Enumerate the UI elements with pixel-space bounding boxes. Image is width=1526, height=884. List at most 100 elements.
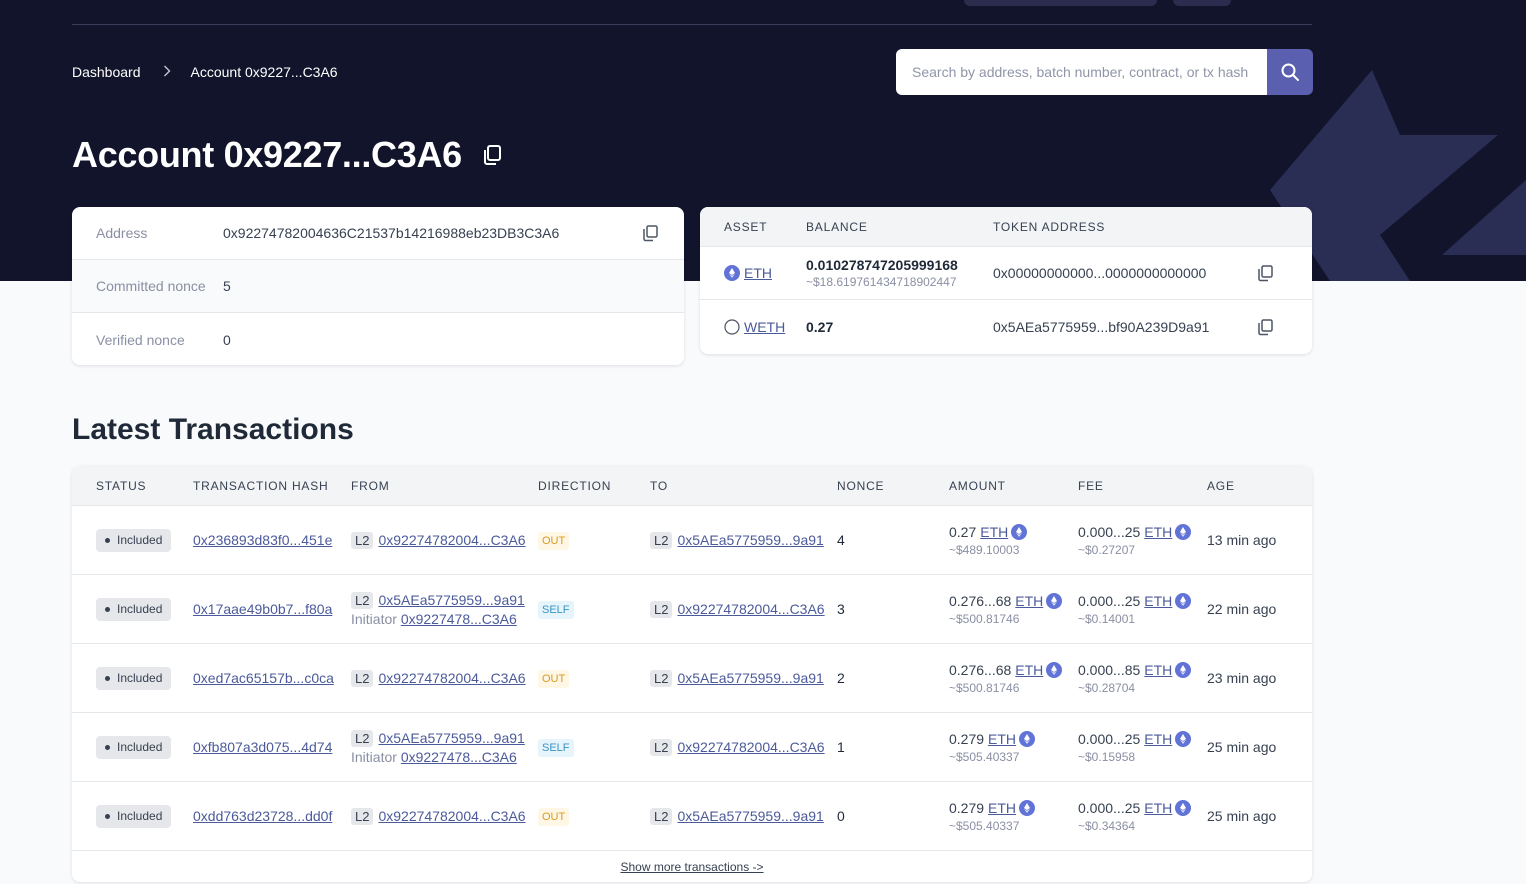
verified-nonce-label: Verified nonce: [96, 331, 185, 348]
fee-value: 0.000...25: [1078, 592, 1141, 609]
tx-hash-link[interactable]: 0xed7ac65157b...c0ca: [193, 670, 334, 686]
eth-icon: [1175, 799, 1192, 816]
tx-hash-link[interactable]: 0xdd763d23728...dd0f: [193, 808, 332, 824]
amount-value: 0.279: [949, 799, 985, 816]
initiator-label: Initiator: [351, 748, 397, 765]
to-address-link[interactable]: 0x5AEa5775959...9a91: [677, 808, 823, 824]
to-address-link[interactable]: 0x5AEa5775959...9a91: [677, 532, 823, 548]
age-value: 25 min ago: [1207, 808, 1277, 824]
copy-icon[interactable]: [640, 223, 660, 243]
fee-usd: ~$0.15958: [1078, 749, 1136, 764]
amount-usd: ~$505.40337: [949, 818, 1020, 833]
to-address-link[interactable]: 0x92274782004...C3A6: [677, 601, 824, 617]
amount-header: AMOUNT: [949, 478, 1006, 493]
fee-token-link[interactable]: ETH: [1144, 662, 1172, 678]
age-value: 23 min ago: [1207, 670, 1277, 686]
table-row[interactable]: Included 0x17aae49b0b7...f80a L2 0x5AEa57…: [72, 575, 1312, 644]
amount-usd: ~$505.40337: [949, 749, 1020, 764]
account-info-card: Address 0x92274782004636C21537b14216988e…: [72, 207, 684, 365]
amount-token-link[interactable]: ETH: [988, 731, 1016, 747]
nonce-value: 3: [837, 601, 845, 617]
to-address-link[interactable]: 0x92274782004...C3A6: [677, 739, 824, 755]
nonce-value: 1: [837, 739, 845, 755]
committed-nonce-row: Committed nonce 5: [72, 260, 684, 313]
tx-hash-link[interactable]: 0x17aae49b0b7...f80a: [193, 601, 332, 617]
asset-link-eth[interactable]: ETH: [744, 265, 772, 281]
breadcrumb: Dashboard Account 0x9227...C3A6: [72, 64, 338, 80]
eth-icon: [1011, 523, 1028, 540]
initiator-address-link[interactable]: 0x9227478...C3A6: [401, 611, 517, 627]
copy-icon[interactable]: [1255, 317, 1275, 337]
tx-hash-link[interactable]: 0xfb807a3d075...4d74: [193, 739, 332, 755]
network-tag: L2: [351, 531, 374, 549]
fee-usd: ~$0.28704: [1078, 680, 1136, 695]
table-row[interactable]: Included 0xfb807a3d075...4d74 L2 0x5AEa57…: [72, 713, 1312, 782]
initiator-address-link[interactable]: 0x9227478...C3A6: [401, 749, 517, 765]
fee-token-link[interactable]: ETH: [1144, 731, 1172, 747]
header-language-button[interactable]: [1173, 0, 1231, 6]
table-row[interactable]: Included 0x236893d83f0...451e L2 0x922747…: [72, 506, 1312, 575]
show-more-transactions-link[interactable]: Show more transactions ->: [620, 860, 763, 874]
breadcrumb-dashboard-link[interactable]: Dashboard: [72, 64, 141, 80]
age-header: AGE: [1207, 478, 1235, 493]
breadcrumb-current: Account 0x9227...C3A6: [190, 64, 338, 80]
network-tag: L2: [351, 591, 374, 609]
latest-transactions-title: Latest Transactions: [72, 413, 354, 446]
fee-value: 0.000...85: [1078, 661, 1141, 678]
fee-value: 0.000...25: [1078, 730, 1141, 747]
amount-value: 0.279: [949, 730, 985, 747]
from-address-link[interactable]: 0x92274782004...C3A6: [378, 670, 525, 686]
header-network-button[interactable]: [964, 0, 1157, 6]
from-header: FROM: [351, 478, 390, 493]
amount-token-link[interactable]: ETH: [1015, 662, 1043, 678]
status-badge: Included: [96, 666, 172, 690]
eth-icon: [1175, 661, 1192, 678]
copy-icon[interactable]: [480, 143, 504, 167]
search-button[interactable]: [1267, 49, 1313, 95]
fee-token-link[interactable]: ETH: [1144, 800, 1172, 816]
asset-link-weth[interactable]: WETH: [744, 319, 785, 335]
address-value: 0x92274782004636C21537b14216988eb23DB3C3…: [223, 225, 560, 241]
committed-nonce-label: Committed nonce: [96, 278, 206, 294]
fee-token-link[interactable]: ETH: [1144, 524, 1172, 540]
asset-header: ASSET: [724, 219, 768, 234]
nonce-value: 4: [837, 532, 845, 548]
amount-token-link[interactable]: ETH: [1015, 593, 1043, 609]
eth-icon: [1019, 799, 1036, 816]
hash-header: TRANSACTION HASH: [193, 478, 329, 493]
from-address-link[interactable]: 0x92274782004...C3A6: [378, 808, 525, 824]
copy-icon[interactable]: [1255, 263, 1275, 283]
committed-nonce-value: 5: [223, 278, 231, 294]
to-address-link[interactable]: 0x5AEa5775959...9a91: [677, 670, 823, 686]
table-row[interactable]: Included 0xed7ac65157b...c0ca L2 0x922747…: [72, 644, 1312, 713]
verified-nonce-value: 0: [223, 331, 231, 348]
to-header: TO: [650, 478, 669, 493]
direction-badge: OUT: [538, 531, 570, 550]
network-tag: L2: [351, 807, 374, 825]
eth-icon: [1046, 661, 1063, 678]
from-address-link[interactable]: 0x5AEa5775959...9a91: [378, 730, 524, 746]
balance-value: 0.27: [806, 318, 834, 335]
fee-token-link[interactable]: ETH: [1144, 593, 1172, 609]
transactions-header: STATUS TRANSACTION HASH FROM DIRECTION T…: [72, 466, 1312, 506]
network-tag: L2: [650, 807, 673, 825]
direction-badge: OUT: [538, 807, 570, 826]
eth-icon: [1019, 730, 1036, 747]
nonce-value: 2: [837, 670, 845, 686]
network-tag: L2: [650, 669, 673, 687]
network-tag: L2: [650, 738, 673, 756]
from-address-link[interactable]: 0x5AEa5775959...9a91: [378, 592, 524, 608]
age-value: 25 min ago: [1207, 739, 1277, 755]
table-row[interactable]: Included 0xdd763d23728...dd0f L2 0x922747…: [72, 782, 1312, 851]
direction-badge: SELF: [538, 600, 574, 619]
amount-token-link[interactable]: ETH: [988, 800, 1016, 816]
amount-token-link[interactable]: ETH: [980, 524, 1008, 540]
page-title: Account 0x9227...C3A6: [72, 134, 462, 175]
network-tag: L2: [650, 600, 673, 618]
search-input[interactable]: [896, 49, 1267, 95]
tx-hash-link[interactable]: 0x236893d83f0...451e: [193, 532, 332, 548]
from-address-link[interactable]: 0x92274782004...C3A6: [378, 532, 525, 548]
status-badge: Included: [96, 804, 172, 828]
address-row: Address 0x92274782004636C21537b14216988e…: [72, 207, 684, 260]
nonce-value: 0: [837, 808, 845, 824]
